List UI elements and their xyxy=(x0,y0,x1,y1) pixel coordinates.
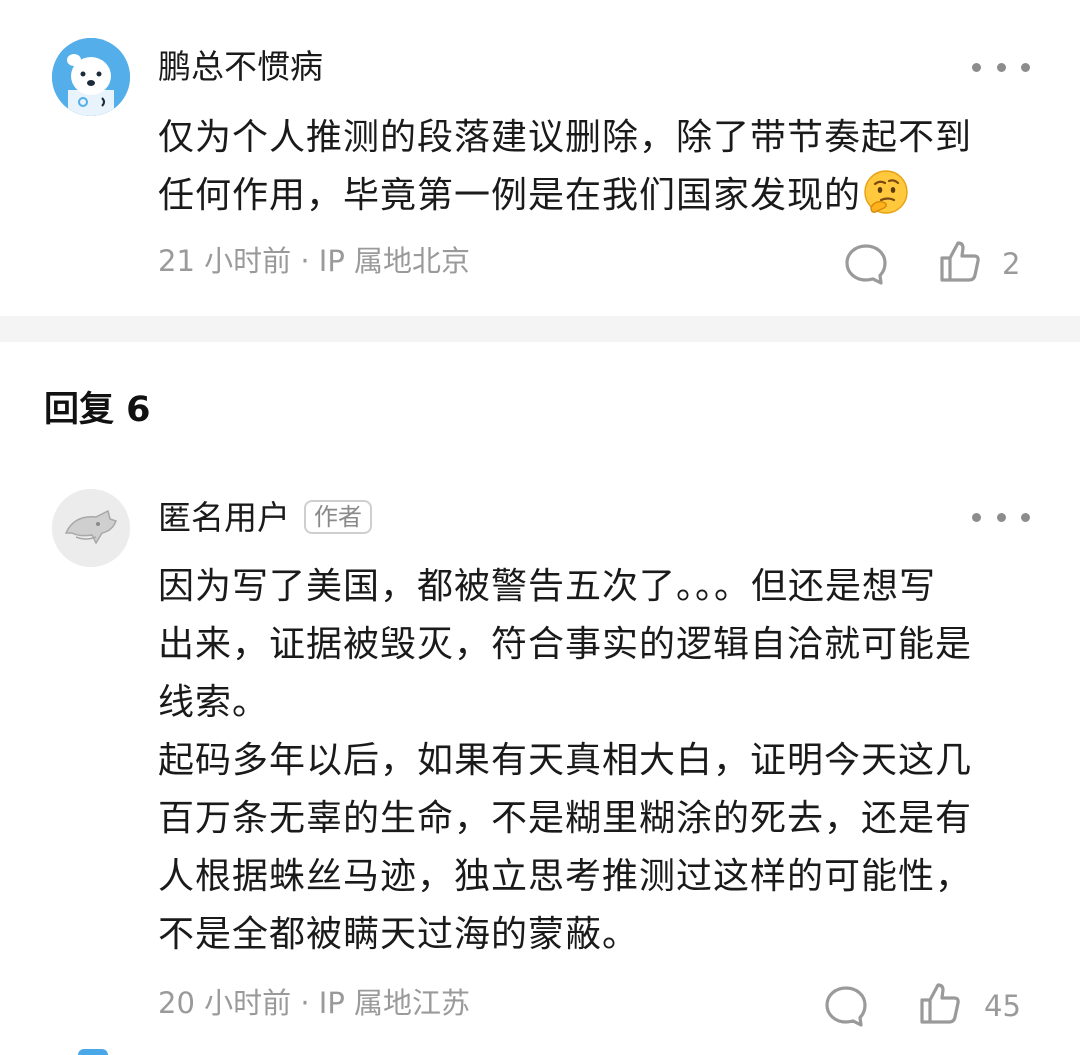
content-line: 出来，证据被毁灭，符合事实的逻辑自洽就可能是 xyxy=(158,624,973,665)
thumbs-up-icon xyxy=(940,241,980,282)
content-line: 线索。 xyxy=(158,682,270,723)
content-line: 不是全都被瞒天过海的蒙蔽。 xyxy=(158,914,640,955)
reply-button[interactable] xyxy=(822,982,870,1030)
author-badge: 作者 xyxy=(304,500,372,534)
content-line: 仅为个人推测的段落建议删除，除了带节奏起不到 xyxy=(158,117,973,158)
comment-time: 21 小时前 xyxy=(158,244,292,278)
author-name[interactable]: 鹏总不惯病 xyxy=(158,47,323,86)
comment-author[interactable]: 匿名用户 作者 xyxy=(158,498,372,538)
reply-button[interactable] xyxy=(842,240,890,288)
comment-content: 仅为个人推测的段落建议删除，除了带节奏起不到 任何作用，毕竟第一例是在我们国家发… xyxy=(158,109,1028,225)
more-options-icon[interactable] xyxy=(972,60,1030,74)
content-line: 百万条无辜的生命，不是糊里糊涂的死去，还是有 xyxy=(158,798,973,839)
comment-item: 鹏总不惯病 仅为个人推测的段落建议删除，除了带节奏起不到 任何作用，毕竟第一例是… xyxy=(0,0,1080,316)
ip-location: IP 属地北京 xyxy=(318,244,471,278)
avatar[interactable] xyxy=(52,489,130,567)
next-avatar-peek xyxy=(78,1049,108,1055)
section-divider xyxy=(0,316,1080,342)
comment-author[interactable]: 鹏总不惯病 xyxy=(158,47,323,87)
author-name[interactable]: 匿名用户 xyxy=(158,498,290,537)
comment-meta: 20 小时前 · IP 属地江苏 xyxy=(158,983,470,1023)
like-button[interactable] xyxy=(936,238,984,286)
comment-bubble-icon xyxy=(845,244,887,285)
like-button[interactable] xyxy=(916,980,964,1028)
meta-separator: · xyxy=(300,986,310,1020)
thumbs-up-icon xyxy=(920,983,960,1024)
replies-section-title: 回复 6 xyxy=(44,390,151,430)
meta-separator: · xyxy=(300,244,310,278)
content-line: 人根据蛛丝马迹，独立思考推测过这样的可能性， xyxy=(158,856,973,897)
content-line: 因为写了美国，都被警告五次了。。。但还是想写 xyxy=(158,566,937,607)
thinking-face-icon xyxy=(863,169,909,215)
avatar[interactable] xyxy=(52,38,130,116)
like-count: 45 xyxy=(984,989,1021,1023)
comment-time: 20 小时前 xyxy=(158,986,292,1020)
comment-bubble-icon xyxy=(825,986,867,1027)
ip-location: IP 属地江苏 xyxy=(318,986,471,1020)
more-options-icon[interactable] xyxy=(972,510,1030,524)
comment-meta: 21 小时前 · IP 属地北京 xyxy=(158,241,470,281)
reply-item: 匿名用户 作者 因为写了美国，都被警告五次了。。。但还是想写 出来，证据被毁灭，符… xyxy=(0,470,1080,1055)
content-line: 任何作用，毕竟第一例是在我们国家发现的 xyxy=(158,167,1028,225)
like-count: 2 xyxy=(1002,247,1021,281)
content-line: 起码多年以后，如果有天真相大白，证明今天这几 xyxy=(158,740,973,781)
comment-content: 因为写了美国，都被警告五次了。。。但还是想写 出来，证据被毁灭，符合事实的逻辑自… xyxy=(158,558,1028,964)
